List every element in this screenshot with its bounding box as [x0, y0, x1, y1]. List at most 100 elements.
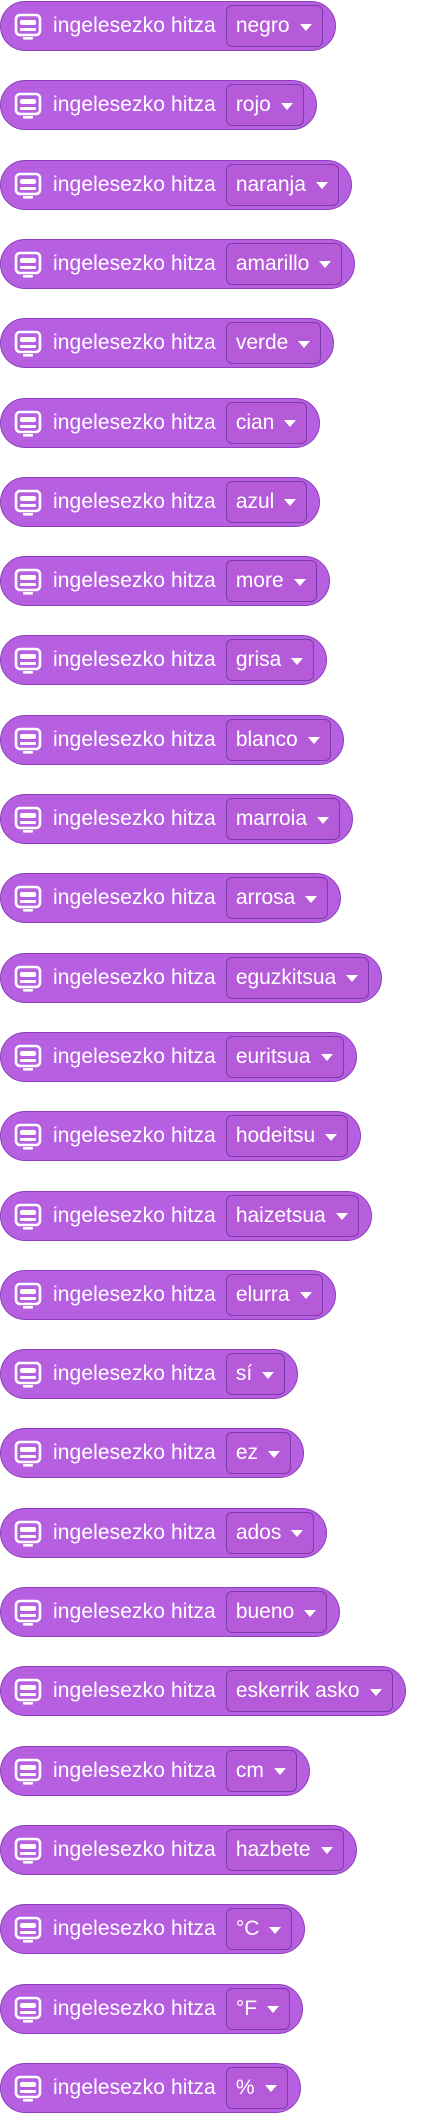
dropdown-selected-word: eguzkitsua	[235, 965, 337, 989]
english-word-block[interactable]: ingelesezko hitza ez	[0, 1428, 304, 1479]
dropdown-selected-word: hazbete	[235, 1837, 311, 1861]
english-word-block[interactable]: ingelesezko hitza grisa	[0, 635, 328, 686]
english-word-block[interactable]: ingelesezko hitza ados	[0, 1507, 328, 1558]
word-dropdown[interactable]: eskerrik asko	[225, 1670, 393, 1713]
english-word-block[interactable]: ingelesezko hitza euritsua	[0, 1031, 357, 1082]
english-word-block[interactable]: ingelesezko hitza °C	[0, 1904, 306, 1955]
word-dropdown[interactable]: grisa	[225, 639, 315, 682]
english-word-block[interactable]: ingelesezko hitza elurra	[0, 1269, 336, 1320]
robot-face-icon	[13, 170, 43, 200]
word-dropdown[interactable]: hazbete	[225, 1828, 344, 1871]
robot-face-icon	[13, 90, 43, 120]
english-word-block[interactable]: ingelesezko hitza haizetsua	[0, 1190, 372, 1241]
word-dropdown[interactable]: euritsua	[225, 1035, 344, 1078]
english-word-block[interactable]: ingelesezko hitza arrosa	[0, 873, 342, 924]
word-dropdown[interactable]: °F	[225, 1987, 291, 2030]
word-dropdown[interactable]: cian	[225, 401, 308, 444]
block-label: ingelesezko hitza	[53, 1203, 216, 1227]
word-dropdown[interactable]: eguzkitsua	[225, 956, 370, 999]
dropdown-selected-word: sí	[235, 1362, 253, 1386]
caret-down-icon	[315, 182, 328, 190]
word-dropdown[interactable]: negro	[225, 5, 323, 47]
caret-down-icon	[291, 1530, 304, 1538]
word-dropdown[interactable]: bueno	[225, 1591, 328, 1633]
dropdown-selected-word: bueno	[235, 1600, 295, 1623]
robot-face-icon	[13, 1201, 43, 1231]
word-dropdown[interactable]: haizetsua	[225, 1194, 359, 1237]
robot-face-icon	[13, 11, 43, 41]
english-word-block[interactable]: ingelesezko hitza cian	[0, 397, 321, 448]
english-word-block[interactable]: ingelesezko hitza sí	[0, 1349, 299, 1400]
dropdown-selected-word: amarillo	[235, 251, 310, 275]
robot-face-icon	[13, 1042, 43, 1072]
block-label: ingelesezko hitza	[53, 2075, 216, 2099]
block-label: ingelesezko hitza	[53, 727, 216, 751]
english-word-block[interactable]: ingelesezko hitza negro	[0, 1, 336, 51]
robot-face-icon	[13, 249, 43, 279]
caret-down-icon	[284, 499, 297, 507]
english-word-block[interactable]: ingelesezko hitza%	[0, 2062, 301, 2113]
caret-down-icon	[325, 1133, 338, 1141]
english-word-block[interactable]: ingelesezko hitza blanco	[0, 714, 344, 765]
caret-down-icon	[299, 23, 312, 31]
caret-down-icon	[320, 1054, 333, 1062]
word-dropdown[interactable]: naranja	[225, 163, 339, 206]
robot-face-icon	[13, 408, 43, 438]
caret-down-icon	[284, 420, 297, 427]
word-dropdown[interactable]: sí	[225, 1353, 286, 1396]
caret-down-icon	[304, 1609, 317, 1617]
robot-face-icon	[13, 1438, 43, 1468]
dropdown-selected-word: verde	[235, 331, 289, 355]
english-word-block[interactable]: ingelesezko hitza rojo	[0, 80, 317, 131]
english-word-block[interactable]: ingelesezko hitza marroia	[0, 794, 353, 844]
robot-face-icon	[13, 2073, 43, 2103]
word-dropdown[interactable]: ados	[225, 1511, 315, 1554]
english-word-block[interactable]: ingelesezko hitza eskerrik asko	[0, 1666, 406, 1717]
english-word-block[interactable]: ingelesezko hitza eguzkitsua	[0, 952, 383, 1003]
block-label: ingelesezko hitza	[53, 93, 216, 117]
english-word-block[interactable]: ingelesezko hitza bueno	[0, 1587, 341, 1637]
dropdown-selected-word: eskerrik asko	[235, 1679, 360, 1703]
caret-down-icon	[307, 737, 320, 745]
dropdown-selected-word: negro	[235, 14, 290, 37]
english-word-block[interactable]: ingelesezko hitza amarillo	[0, 238, 356, 289]
caret-down-icon	[298, 340, 311, 348]
english-word-block[interactable]: ingelesezko hitza azul	[0, 476, 321, 527]
english-word-block[interactable]: ingelesezko hitza naranja	[0, 159, 352, 210]
dropdown-selected-word: naranja	[235, 172, 306, 196]
block-label: ingelesezko hitza	[53, 1124, 216, 1148]
dropdown-selected-word: arrosa	[235, 886, 296, 910]
dropdown-selected-word: °F	[235, 1996, 258, 2020]
word-dropdown[interactable]: marroia	[225, 798, 340, 840]
word-dropdown[interactable]: more	[225, 560, 317, 603]
block-label: ingelesezko hitza	[53, 1282, 216, 1306]
english-word-block[interactable]: ingelesezko hitza verde	[0, 318, 335, 369]
caret-down-icon	[268, 1450, 280, 1458]
caret-down-icon	[262, 1371, 275, 1379]
word-dropdown[interactable]: °C	[225, 1908, 293, 1951]
robot-face-icon	[13, 1280, 43, 1310]
robot-face-icon	[13, 1121, 43, 1151]
dropdown-selected-word: more	[235, 569, 284, 593]
word-dropdown[interactable]: blanco	[225, 718, 331, 761]
word-dropdown[interactable]: rojo	[225, 84, 304, 127]
english-word-block[interactable]: ingelesezko hitza hazbete	[0, 1824, 357, 1875]
block-label: ingelesezko hitza	[53, 172, 216, 196]
robot-face-icon	[13, 963, 43, 993]
english-word-block[interactable]: ingelesezko hitza hodeitsu	[0, 1111, 362, 1162]
word-dropdown[interactable]: verde	[225, 322, 322, 365]
block-label: ingelesezko hitza	[53, 569, 216, 593]
english-word-block[interactable]: ingelesezko hitza more	[0, 556, 330, 607]
word-dropdown[interactable]: hodeitsu	[225, 1115, 349, 1158]
english-word-block[interactable]: ingelesezko hitza cm	[0, 1745, 310, 1796]
word-dropdown[interactable]: cm	[225, 1749, 297, 1792]
robot-face-icon	[13, 328, 43, 358]
word-dropdown[interactable]: elurra	[225, 1273, 323, 1316]
caret-down-icon	[264, 2085, 277, 2093]
word-dropdown[interactable]: amarillo	[225, 242, 343, 285]
word-dropdown[interactable]: azul	[225, 480, 308, 523]
english-word-block[interactable]: ingelesezko hitza °F	[0, 1983, 304, 2034]
word-dropdown[interactable]: ez	[225, 1432, 291, 1475]
word-dropdown[interactable]: %	[225, 2066, 288, 2109]
word-dropdown[interactable]: arrosa	[225, 877, 329, 920]
